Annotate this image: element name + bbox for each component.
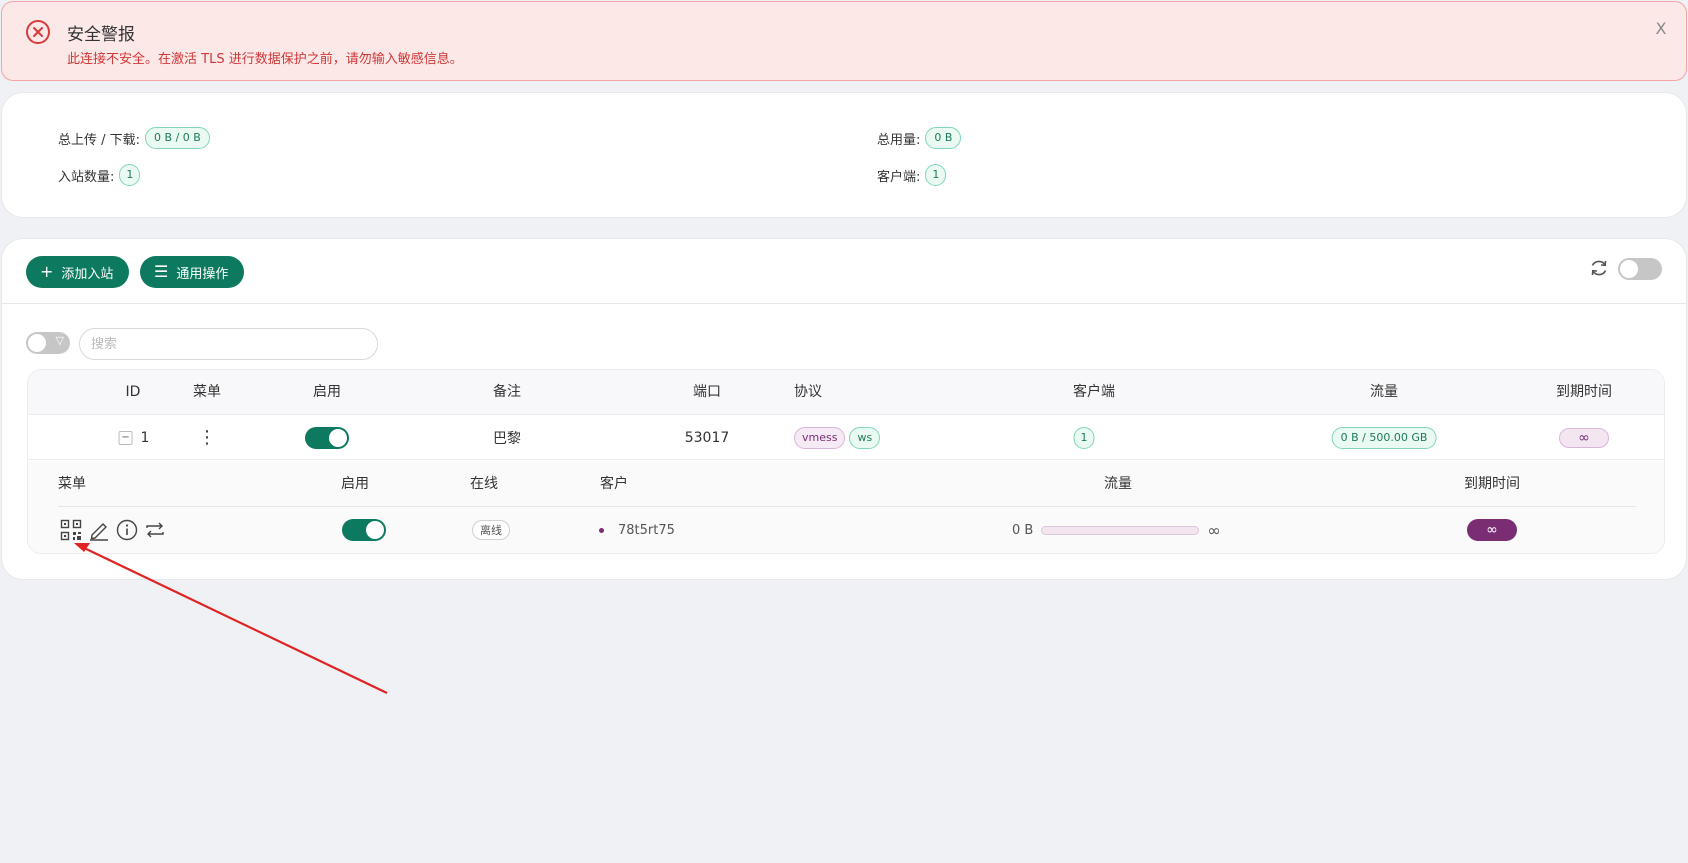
total-usage-value: 0 B — [925, 127, 962, 149]
inbound-enable-cell — [305, 415, 349, 460]
total-updown-stat: 总上传 / 下载: 0 B / 0 B — [58, 127, 210, 149]
client-enable-cell — [342, 507, 386, 553]
header-clients: 客户端 — [1073, 384, 1115, 400]
filter-toggle[interactable]: ▽ — [26, 332, 70, 354]
total-updown-label: 总上传 / 下载: — [58, 132, 141, 148]
general-actions-label: 通用操作 — [176, 266, 229, 282]
client-status-badge: 离线 — [472, 520, 510, 540]
row-port: 53017 — [684, 429, 730, 446]
header-menu: 菜单 — [193, 384, 221, 400]
error-circle-icon — [26, 20, 50, 44]
close-icon[interactable]: X — [1650, 18, 1672, 40]
clients-subtable: 菜单 启用 在线 客户 流量 到期时间 离线 78t5rt75 0 B ∞ ∞ — [28, 461, 1664, 553]
clients-header-menu: 菜单 — [58, 476, 86, 492]
header-traffic: 流量 — [1370, 384, 1398, 400]
plus-icon: + — [40, 262, 54, 281]
row-traffic: 0 B / 500.00 GB — [1331, 426, 1437, 449]
inbound-count-value: 1 — [119, 164, 141, 186]
client-traffic-total: ∞ — [1207, 520, 1221, 540]
alert-message: 此连接不安全。在激活 TLS 进行数据保护之前，请勿输入敏感信息。 — [67, 52, 463, 67]
row-expiry-cell: ∞ — [1559, 415, 1609, 460]
client-traffic-cell: 0 B ∞ — [1012, 507, 1221, 553]
inbound-count-label: 入站数量: — [58, 169, 115, 185]
reset-icon[interactable] — [144, 519, 166, 541]
table-header: ID 菜单 启用 备注 端口 协议 客户端 流量 到期时间 — [28, 370, 1664, 415]
row-traffic-cell: 0 B / 500.00 GB — [1331, 415, 1437, 460]
inbounds-card: + 添加入站 ☰ 通用操作 ▽ ID 菜单 启用 备注 端口 协议 客户端 流量… — [1, 238, 1687, 580]
clients-stat: 客户端: 1 — [877, 164, 947, 186]
client-enable-toggle[interactable] — [342, 519, 386, 541]
client-traffic-used: 0 B — [1012, 522, 1034, 538]
header-expiry: 到期时间 — [1556, 384, 1612, 400]
add-inbound-button[interactable]: + 添加入站 — [26, 256, 130, 288]
clients-header-enable: 启用 — [341, 476, 369, 492]
inbound-enable-toggle[interactable] — [305, 426, 349, 449]
total-usage-stat: 总用量: 0 B — [877, 127, 962, 149]
client-status-cell: 离线 — [472, 507, 510, 553]
total-usage-label: 总用量: — [877, 132, 921, 148]
row-id-cell: − 1 — [118, 415, 150, 460]
client-row: 离线 78t5rt75 0 B ∞ ∞ — [58, 507, 1636, 553]
header-id: ID — [125, 384, 141, 400]
clients-header: 菜单 启用 在线 客户 流量 到期时间 — [58, 461, 1636, 507]
security-alert: 安全警报 此连接不安全。在激活 TLS 进行数据保护之前，请勿输入敏感信息。 X — [1, 1, 1687, 81]
row-clients-count: 1 — [1073, 426, 1095, 449]
general-actions-button[interactable]: ☰ 通用操作 — [140, 256, 245, 288]
toggle-knob — [28, 334, 46, 352]
client-name: 78t5rt75 — [618, 522, 675, 538]
clients-header-expiry: 到期时间 — [1464, 476, 1520, 492]
status-dot — [599, 527, 604, 533]
table-row: − 1 ⋮ 巴黎 53017 vmess ws 1 0 B / 500.00 G… — [28, 415, 1664, 460]
header-remark: 备注 — [493, 384, 521, 400]
client-expiry-cell: ∞ — [1467, 507, 1517, 553]
alert-title: 安全警报 — [67, 25, 135, 45]
header-port: 端口 — [693, 384, 721, 400]
row-protocol-cell: vmess ws — [794, 415, 884, 460]
row-expiry: ∞ — [1559, 427, 1609, 448]
header-protocol: 协议 — [794, 384, 822, 400]
info-icon[interactable] — [116, 519, 138, 541]
auto-refresh-toggle[interactable] — [1618, 258, 1662, 280]
refresh-icon[interactable] — [1588, 257, 1610, 279]
divider — [2, 303, 1686, 304]
client-expiry: ∞ — [1467, 519, 1517, 541]
inbound-count-stat: 入站数量: 1 — [58, 164, 141, 186]
menu-lines-icon: ☰ — [154, 262, 169, 281]
row-remark: 巴黎 — [493, 430, 521, 447]
qrcode-icon[interactable] — [60, 519, 82, 541]
header-enable: 启用 — [313, 384, 341, 400]
inbounds-table: ID 菜单 启用 备注 端口 协议 客户端 流量 到期时间 − 1 ⋮ 巴黎 5… — [27, 369, 1665, 554]
clients-header-online: 在线 — [470, 476, 498, 492]
client-actions — [60, 507, 172, 553]
add-inbound-label: 添加入站 — [61, 266, 114, 282]
transport-tag: ws — [849, 426, 881, 449]
clients-label: 客户端: — [877, 169, 921, 185]
row-id: 1 — [140, 429, 150, 446]
filter-icon: ▽ — [55, 334, 64, 347]
client-name-cell: 78t5rt75 — [599, 507, 675, 553]
clients-value: 1 — [925, 164, 947, 186]
edit-icon[interactable] — [88, 519, 110, 541]
stats-card: 总上传 / 下载: 0 B / 0 B 总用量: 0 B 入站数量: 1 客户端… — [1, 92, 1687, 218]
total-updown-value: 0 B / 0 B — [145, 127, 210, 149]
clients-header-traffic: 流量 — [1104, 476, 1132, 492]
protocol-tag: vmess — [794, 426, 846, 449]
collapse-icon[interactable]: − — [118, 430, 133, 445]
row-clients-cell: 1 — [1073, 415, 1095, 460]
more-vertical-icon[interactable]: ⋮ — [198, 415, 216, 460]
client-traffic-bar — [1041, 525, 1200, 535]
clients-header-client: 客户 — [600, 476, 628, 492]
search-input[interactable] — [79, 328, 378, 360]
